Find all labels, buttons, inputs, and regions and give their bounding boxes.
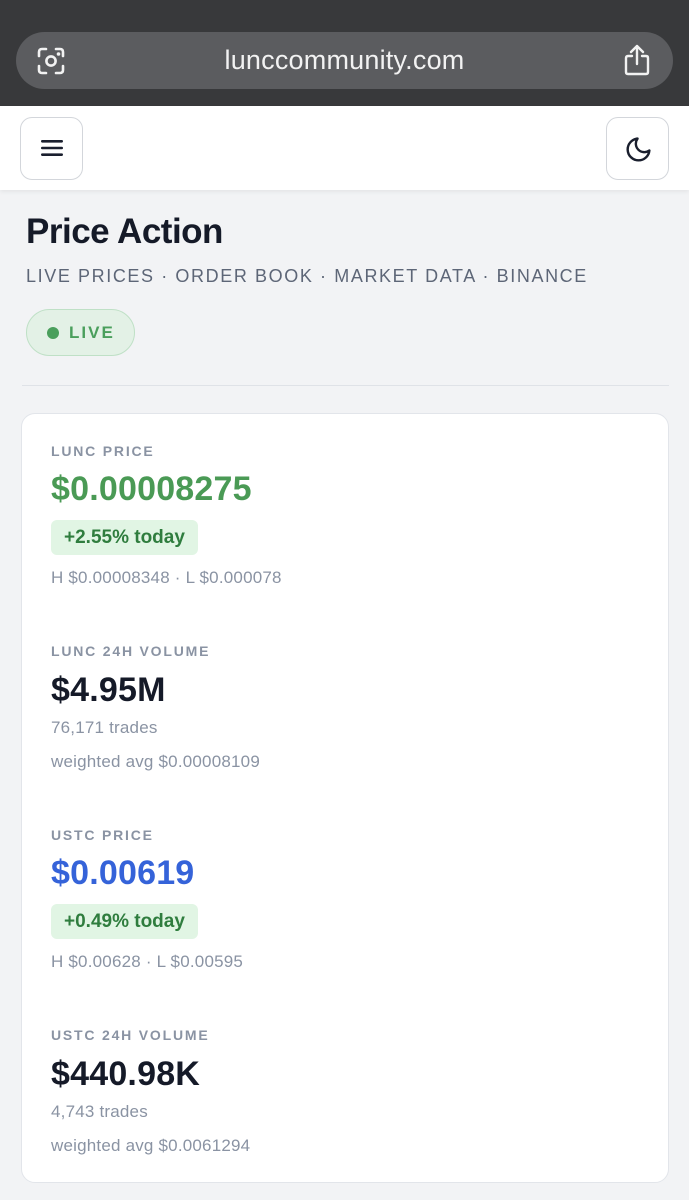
ustc-volume-value: $440.98K: [51, 1055, 201, 1093]
lunc-trades-count: 76,171 trades: [51, 718, 158, 737]
live-label: LIVE: [69, 323, 115, 342]
live-status-badge: LIVE: [26, 309, 135, 356]
ustc-high-low: H $0.00628 · L $0.00595: [51, 952, 244, 971]
app-header: [0, 106, 689, 190]
page-title: Price Action: [26, 212, 223, 251]
lunc-volume-value: $4.95M: [51, 671, 166, 709]
page-subtitle: LIVE PRICES · ORDER BOOK · MARKET DATA ·…: [26, 266, 588, 286]
ustc-volume-label: USTC 24H VOLUME: [51, 1027, 210, 1043]
address-bar[interactable]: lunccommunity.com: [16, 32, 673, 89]
divider: [22, 385, 669, 386]
lunc-change-badge: +2.55% today: [51, 520, 198, 555]
lunc-weighted-avg: weighted avg $0.00008109: [51, 752, 260, 771]
ustc-change-badge: +0.49% today: [51, 904, 198, 939]
ustc-price-value: $0.00619: [51, 854, 195, 892]
share-icon[interactable]: [623, 44, 651, 76]
ustc-trades-count: 4,743 trades: [51, 1102, 148, 1121]
lunc-price-label: LUNC PRICE: [51, 443, 155, 459]
moon-icon: [626, 137, 651, 162]
live-dot-icon: [47, 327, 59, 339]
menu-button[interactable]: [20, 117, 83, 180]
url-text[interactable]: lunccommunity.com: [16, 32, 673, 89]
market-stats-card: LUNC PRICE $0.00008275 +2.55% today H $0…: [21, 413, 669, 1183]
lunc-price-value: $0.00008275: [51, 470, 252, 508]
theme-toggle-button[interactable]: [606, 117, 669, 180]
browser-toolbar: lunccommunity.com: [0, 0, 689, 106]
ustc-price-label: USTC PRICE: [51, 827, 154, 843]
ustc-weighted-avg: weighted avg $0.0061294: [51, 1136, 251, 1155]
hamburger-icon: [41, 140, 63, 156]
lunc-volume-label: LUNC 24H VOLUME: [51, 643, 211, 659]
lunc-high-low: H $0.00008348 · L $0.000078: [51, 568, 282, 587]
